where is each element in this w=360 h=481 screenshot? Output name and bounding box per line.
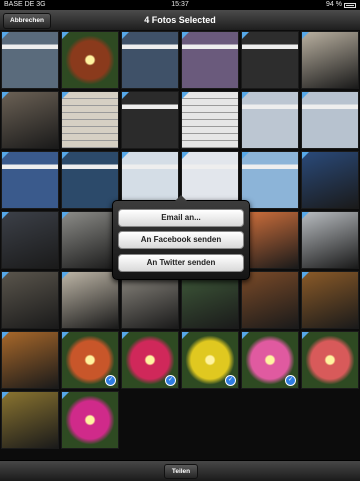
share-popover: Email an... An Facebook senden An Twitte… xyxy=(112,195,250,280)
share-button[interactable]: Teilen xyxy=(164,464,198,479)
photo-thumbnail[interactable]: ✓ xyxy=(121,331,179,389)
photo-thumbnail[interactable] xyxy=(1,391,59,449)
sync-corner-icon xyxy=(2,212,9,219)
photo-thumbnail[interactable] xyxy=(301,271,359,329)
sync-corner-icon xyxy=(122,92,129,99)
photo-thumbnail[interactable] xyxy=(1,331,59,389)
photo-thumbnail[interactable] xyxy=(181,91,239,149)
cancel-button[interactable]: Abbrechen xyxy=(3,13,51,29)
sync-corner-icon xyxy=(302,32,309,39)
email-button[interactable]: Email an... xyxy=(118,209,244,227)
sync-corner-icon xyxy=(302,332,309,339)
photo-thumbnail[interactable] xyxy=(61,391,119,449)
photo-thumbnail[interactable] xyxy=(61,271,119,329)
photo-thumbnail[interactable] xyxy=(1,271,59,329)
status-bar: BASE DE 3G 15:37 94 % xyxy=(0,0,360,10)
sync-corner-icon xyxy=(62,212,69,219)
battery-icon xyxy=(344,2,356,8)
photo-thumbnail[interactable] xyxy=(1,31,59,89)
sync-corner-icon xyxy=(242,152,249,159)
photo-thumbnail[interactable] xyxy=(61,211,119,269)
photo-thumbnail[interactable] xyxy=(301,331,359,389)
photo-thumbnail[interactable] xyxy=(1,91,59,149)
photo-thumbnail[interactable] xyxy=(301,91,359,149)
sync-corner-icon xyxy=(2,92,9,99)
photo-thumbnail[interactable] xyxy=(121,31,179,89)
photo-thumbnail[interactable] xyxy=(181,31,239,89)
sync-corner-icon xyxy=(2,32,9,39)
selected-check-icon: ✓ xyxy=(225,375,236,386)
sync-corner-icon xyxy=(62,272,69,279)
battery-percent: 94 % xyxy=(326,1,342,8)
sync-corner-icon xyxy=(302,92,309,99)
sync-corner-icon xyxy=(182,152,189,159)
photo-thumbnail[interactable]: ✓ xyxy=(241,331,299,389)
sync-corner-icon xyxy=(182,332,189,339)
sync-corner-icon xyxy=(62,32,69,39)
photo-thumbnail[interactable] xyxy=(61,151,119,209)
sync-corner-icon xyxy=(302,152,309,159)
photo-thumbnail[interactable] xyxy=(1,211,59,269)
sync-corner-icon xyxy=(2,272,9,279)
photo-thumbnail[interactable]: ✓ xyxy=(61,331,119,389)
battery-indicator: 94 % xyxy=(326,0,356,10)
sync-corner-icon xyxy=(242,32,249,39)
photo-thumbnail[interactable] xyxy=(301,211,359,269)
photo-thumbnail[interactable] xyxy=(61,31,119,89)
selected-check-icon: ✓ xyxy=(165,375,176,386)
sync-corner-icon xyxy=(122,152,129,159)
sync-corner-icon xyxy=(62,332,69,339)
sync-corner-icon xyxy=(2,332,9,339)
sync-corner-icon xyxy=(122,32,129,39)
facebook-share-button[interactable]: An Facebook senden xyxy=(118,231,244,249)
sync-corner-icon xyxy=(242,332,249,339)
sync-corner-icon xyxy=(2,392,9,399)
sync-corner-icon xyxy=(122,332,129,339)
clock: 15:37 xyxy=(171,1,189,8)
selected-check-icon: ✓ xyxy=(105,375,116,386)
sync-corner-icon xyxy=(182,32,189,39)
sync-corner-icon xyxy=(242,92,249,99)
bottom-toolbar: Teilen xyxy=(0,460,360,481)
photo-thumbnail[interactable]: ✓ xyxy=(181,331,239,389)
sync-corner-icon xyxy=(62,152,69,159)
twitter-share-button[interactable]: An Twitter senden xyxy=(118,254,244,272)
popover-arrow xyxy=(175,195,187,201)
photo-thumbnail[interactable] xyxy=(121,91,179,149)
navigation-bar: 4 Fotos Selected Abbrechen xyxy=(0,10,360,31)
selected-check-icon: ✓ xyxy=(285,375,296,386)
photo-thumbnail[interactable] xyxy=(301,151,359,209)
sync-corner-icon xyxy=(302,272,309,279)
photo-thumbnail[interactable] xyxy=(241,91,299,149)
photo-thumbnail[interactable] xyxy=(241,151,299,209)
photo-thumbnail[interactable] xyxy=(61,91,119,149)
photo-thumbnail[interactable] xyxy=(241,31,299,89)
photo-thumbnail[interactable] xyxy=(1,151,59,209)
sync-corner-icon xyxy=(182,92,189,99)
photo-thumbnail[interactable] xyxy=(241,271,299,329)
sync-corner-icon xyxy=(2,152,9,159)
sync-corner-icon xyxy=(62,92,69,99)
sync-corner-icon xyxy=(302,212,309,219)
sync-corner-icon xyxy=(62,392,69,399)
page-title: 4 Fotos Selected xyxy=(144,15,216,25)
photo-thumbnail[interactable] xyxy=(301,31,359,89)
